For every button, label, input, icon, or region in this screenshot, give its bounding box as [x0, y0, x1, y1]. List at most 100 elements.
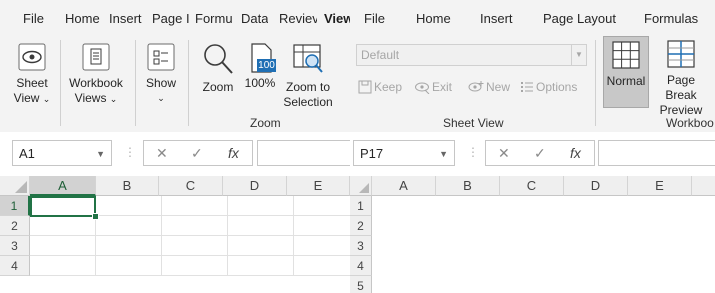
tab-insert[interactable]: Insert: [480, 11, 513, 26]
formula-bar: A1 ▼ ⋮ ✕ ✓ fx: [0, 132, 350, 177]
select-all-triangle-icon: [15, 181, 27, 193]
eye-icon: [18, 43, 46, 71]
insert-function-icon[interactable]: fx: [228, 145, 239, 161]
row-header-3[interactable]: 3: [0, 236, 30, 256]
tab-home[interactable]: Home: [416, 11, 451, 26]
chevron-down-icon: ▼: [439, 149, 448, 159]
name-box-value: A1: [19, 146, 35, 161]
keep-label: Keep: [374, 80, 403, 94]
enter-icon[interactable]: ✓: [534, 145, 546, 162]
group-divider: [188, 40, 189, 126]
select-all-corner[interactable]: [0, 176, 30, 196]
exit-button[interactable]: Exit: [414, 80, 452, 95]
workbook-icon: [82, 43, 110, 71]
enter-icon[interactable]: ✓: [191, 145, 203, 162]
grip-icon: ⋮: [467, 145, 479, 159]
show-button[interactable]: Show ⌄: [140, 42, 182, 106]
formula-input[interactable]: [598, 140, 715, 166]
workbook-views-button[interactable]: Workbook Views ⌄: [64, 42, 128, 107]
keep-button[interactable]: Keep: [358, 80, 402, 94]
select-all-triangle-icon: [359, 183, 369, 193]
normal-label: Normal: [606, 74, 646, 88]
row-header-2[interactable]: 2: [0, 216, 30, 236]
column-header-d[interactable]: D: [223, 176, 287, 196]
right-excel-window: File Home Insert Page Layout Formulas De…: [350, 0, 715, 293]
tab-file[interactable]: File: [364, 11, 385, 26]
name-box[interactable]: A1 ▼: [12, 140, 112, 166]
column-header-e[interactable]: E: [287, 176, 350, 196]
row-header-3[interactable]: 3: [350, 236, 372, 256]
column-header-partial[interactable]: [692, 176, 715, 196]
sheet-view-button[interactable]: Sheet View ⌄: [10, 42, 54, 107]
name-box[interactable]: P17 ▼: [353, 140, 455, 166]
worksheet-grid: A B C D E 1 2 3 4: [0, 176, 350, 293]
magnifier-icon: [204, 44, 233, 74]
select-all-corner[interactable]: [350, 176, 372, 196]
chevron-down-icon: ⌄: [157, 93, 165, 103]
row-header-1[interactable]: 1: [350, 196, 372, 216]
tab-page-layout[interactable]: Page Layout: [543, 11, 616, 26]
zoom-100-label: 100%: [244, 76, 276, 90]
zoom-to-selection-label: Zoom to Selection: [283, 80, 333, 109]
zoom-to-selection-button[interactable]: Zoom to Selection: [280, 42, 336, 110]
cancel-icon[interactable]: ✕: [156, 145, 168, 162]
tab-page-layout[interactable]: Page I: [152, 11, 190, 26]
sheet-view-dropdown[interactable]: Default ▼: [356, 44, 587, 66]
zoom-100-icon: 100: [245, 42, 276, 76]
row-header-4[interactable]: 4: [0, 256, 30, 276]
new-view-icon: [468, 81, 484, 92]
formula-buttons: ✕ ✓ fx: [485, 140, 595, 166]
page-break-icon: [667, 40, 695, 68]
zoom-label: Zoom: [202, 80, 234, 94]
column-header-a[interactable]: A: [30, 176, 96, 196]
group-divider: [60, 40, 61, 126]
tab-view[interactable]: View: [324, 11, 350, 26]
save-icon: [358, 80, 372, 94]
column-header-b[interactable]: B: [96, 176, 159, 196]
group-label-zoom: Zoom: [250, 116, 281, 130]
tab-formulas[interactable]: Formulas: [644, 11, 698, 26]
column-header-d[interactable]: D: [564, 176, 628, 196]
name-box-value: P17: [360, 146, 384, 161]
column-header-c[interactable]: C: [500, 176, 564, 196]
insert-function-icon[interactable]: fx: [570, 145, 581, 161]
row-header-4[interactable]: 4: [350, 256, 372, 276]
show-label: Show: [145, 76, 177, 90]
chevron-down-icon: ▼: [571, 45, 586, 65]
row-header-1[interactable]: 1: [0, 196, 30, 216]
tab-home[interactable]: Home: [65, 11, 100, 26]
tab-review[interactable]: Reviev: [279, 11, 317, 26]
cancel-icon[interactable]: ✕: [498, 145, 510, 162]
column-header-a[interactable]: A: [372, 176, 436, 196]
normal-grid-icon: [612, 41, 640, 69]
zoom-100-icon-text: 100: [257, 59, 276, 72]
zoom-button[interactable]: Zoom: [197, 42, 239, 95]
tab-file[interactable]: File: [23, 11, 44, 26]
group-label-sheet-view: Sheet View: [443, 116, 504, 130]
column-header-c[interactable]: C: [159, 176, 223, 196]
column-header-e[interactable]: E: [628, 176, 692, 196]
row-header-2[interactable]: 2: [350, 216, 372, 236]
tab-insert[interactable]: Insert: [109, 11, 142, 26]
zoom-selection-icon: [293, 44, 323, 73]
column-header-b[interactable]: B: [436, 176, 500, 196]
zoom-100-button[interactable]: 100 100%: [242, 42, 278, 91]
tab-formulas[interactable]: Formu: [195, 11, 233, 26]
show-icon: [147, 43, 175, 71]
page-break-preview-button[interactable]: Page Break Preview: [650, 39, 712, 118]
row-header-5[interactable]: 5: [350, 276, 372, 293]
options-button[interactable]: Options: [520, 80, 577, 94]
formula-input[interactable]: [257, 140, 350, 166]
tab-data[interactable]: Data: [241, 11, 268, 26]
ribbon-view: Default ▼ Keep Exit New Options Sheet Vi…: [350, 36, 715, 133]
page-break-preview-label: Page Break Preview: [659, 73, 703, 117]
ribbon-view: Sheet View ⌄ Workbook Views ⌄ Show ⌄ Zoo…: [0, 36, 350, 133]
new-button[interactable]: New: [468, 80, 510, 94]
sheet-view-dropdown-value: Default: [361, 48, 400, 62]
cell-area[interactable]: [372, 196, 715, 293]
fill-handle[interactable]: [92, 213, 99, 220]
group-divider: [135, 40, 136, 126]
normal-view-button[interactable]: Normal: [603, 36, 649, 108]
formula-buttons: ✕ ✓ fx: [143, 140, 253, 166]
selected-cell-a1[interactable]: [30, 196, 96, 217]
